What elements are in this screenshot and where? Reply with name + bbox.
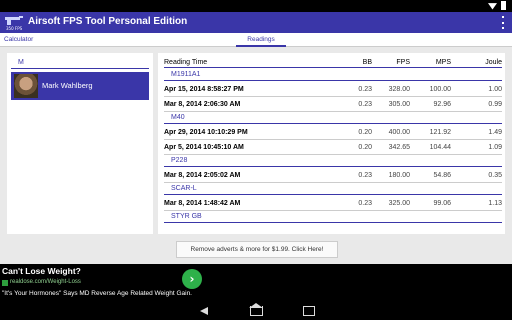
arrow-right-icon[interactable]: › bbox=[182, 269, 202, 289]
header-fps: FPS bbox=[396, 59, 410, 66]
tab-bar: Calculator Readings bbox=[0, 33, 512, 47]
avatar bbox=[14, 74, 38, 98]
gun-name: M1911A1 bbox=[171, 71, 201, 78]
back-icon[interactable] bbox=[198, 305, 212, 317]
person-name: Mark Wahlberg bbox=[42, 81, 93, 90]
reading-mps: 121.92 bbox=[429, 129, 451, 136]
reading-bb: 0.20 bbox=[358, 144, 372, 151]
reading-time: Mar 8, 2014 2:06:30 AM bbox=[164, 101, 241, 108]
reading-fps: 328.00 bbox=[388, 86, 410, 93]
header-bb: BB bbox=[362, 59, 372, 66]
app-title: Airsoft FPS Tool Personal Edition bbox=[28, 16, 188, 27]
person-item[interactable]: Mark Wahlberg bbox=[11, 72, 149, 100]
gun-group-header[interactable]: M40 bbox=[164, 113, 502, 124]
status-icons bbox=[488, 1, 506, 10]
gun-group-header[interactable]: STYR GB bbox=[164, 212, 502, 223]
ad-title[interactable]: Can't Lose Weight? bbox=[2, 266, 81, 276]
remove-ads-button[interactable]: Remove adverts & more for $1.99. Click H… bbox=[176, 241, 338, 258]
wifi-icon bbox=[488, 3, 497, 10]
reading-fps: 180.00 bbox=[388, 172, 410, 179]
header-reading-time: Reading Time bbox=[164, 59, 208, 66]
gun-name: P228 bbox=[171, 157, 188, 164]
table-row[interactable]: Apr 15, 2014 8:58:27 PM 0.23 328.00 100.… bbox=[164, 83, 502, 97]
tab-calculator[interactable]: Calculator bbox=[4, 33, 33, 47]
ad-banner[interactable]: Can't Lose Weight? realdose.com/Weight-L… bbox=[0, 264, 512, 302]
reading-joule: 1.00 bbox=[488, 86, 502, 93]
table-row[interactable]: Mar 8, 2014 2:05:02 AM 0.23 180.00 54.86… bbox=[164, 169, 502, 183]
reading-time: Mar 8, 2014 2:05:02 AM bbox=[164, 172, 241, 179]
header-joule: Joule bbox=[485, 59, 502, 66]
gun-group-header[interactable]: SCAR-L bbox=[164, 184, 502, 195]
gun-name: SCAR-L bbox=[171, 185, 197, 192]
gun-group-header[interactable]: P228 bbox=[164, 156, 502, 167]
reading-mps: 104.44 bbox=[429, 144, 451, 151]
reading-mps: 54.86 bbox=[433, 172, 451, 179]
reading-mps: 100.00 bbox=[429, 86, 451, 93]
overflow-menu-icon[interactable] bbox=[501, 16, 505, 29]
reading-joule: 1.13 bbox=[488, 200, 502, 207]
battery-icon bbox=[501, 1, 506, 10]
app-logo-caption: 350 FPS bbox=[6, 26, 23, 31]
table-row[interactable]: Mar 8, 2014 2:06:30 AM 0.23 305.00 92.96… bbox=[164, 98, 502, 112]
reading-fps: 342.65 bbox=[388, 144, 410, 151]
reading-mps: 92.96 bbox=[433, 101, 451, 108]
reading-bb: 0.23 bbox=[358, 200, 372, 207]
reading-bb: 0.23 bbox=[358, 86, 372, 93]
recent-apps-icon[interactable] bbox=[302, 305, 316, 317]
reading-fps: 325.00 bbox=[388, 200, 410, 207]
people-panel: M Mark Wahlberg bbox=[7, 53, 153, 234]
reading-bb: 0.23 bbox=[358, 172, 372, 179]
reading-joule: 1.09 bbox=[488, 144, 502, 151]
reading-fps: 305.00 bbox=[388, 101, 410, 108]
status-bar bbox=[0, 0, 512, 12]
reading-bb: 0.23 bbox=[358, 101, 372, 108]
ad-description: "It's Your Hormones" Says MD Reverse Age… bbox=[2, 290, 192, 297]
reading-joule: 0.35 bbox=[488, 172, 502, 179]
header-mps: MPS bbox=[435, 59, 451, 66]
reading-joule: 0.99 bbox=[488, 101, 502, 108]
table-row[interactable]: Apr 29, 2014 10:10:29 PM 0.20 400.00 121… bbox=[164, 126, 502, 140]
table-header: Reading Time BB FPS MPS Joule bbox=[164, 58, 502, 68]
tab-readings[interactable]: Readings bbox=[236, 33, 286, 47]
ad-badge-icon bbox=[2, 280, 8, 286]
people-section-header: M bbox=[11, 59, 149, 69]
reading-time: Apr 29, 2014 10:10:29 PM bbox=[164, 129, 248, 136]
table-row[interactable]: Apr 5, 2014 10:45:10 AM 0.20 342.65 104.… bbox=[164, 141, 502, 155]
gun-name: M40 bbox=[171, 114, 185, 121]
reading-time: Apr 15, 2014 8:58:27 PM bbox=[164, 86, 244, 93]
reading-fps: 400.00 bbox=[388, 129, 410, 136]
reading-bb: 0.20 bbox=[358, 129, 372, 136]
reading-mps: 99.06 bbox=[433, 200, 451, 207]
system-nav-bar bbox=[0, 302, 512, 320]
app-bar: 350 FPS Airsoft FPS Tool Personal Editio… bbox=[0, 12, 512, 33]
reading-time: Mar 8, 2014 1:48:42 AM bbox=[164, 200, 241, 207]
home-icon[interactable] bbox=[249, 303, 263, 317]
table-row[interactable]: Mar 8, 2014 1:48:42 AM 0.23 325.00 99.06… bbox=[164, 197, 502, 211]
readings-panel: Reading Time BB FPS MPS Joule M1911A1 Ap… bbox=[158, 53, 505, 234]
ad-url[interactable]: realdose.com/Weight-Loss bbox=[10, 279, 81, 285]
reading-joule: 1.49 bbox=[488, 129, 502, 136]
app-logo-icon: 350 FPS bbox=[5, 16, 23, 31]
reading-time: Apr 5, 2014 10:45:10 AM bbox=[164, 144, 244, 151]
gun-name: STYR GB bbox=[171, 213, 202, 220]
gun-group-header[interactable]: M1911A1 bbox=[164, 70, 502, 81]
